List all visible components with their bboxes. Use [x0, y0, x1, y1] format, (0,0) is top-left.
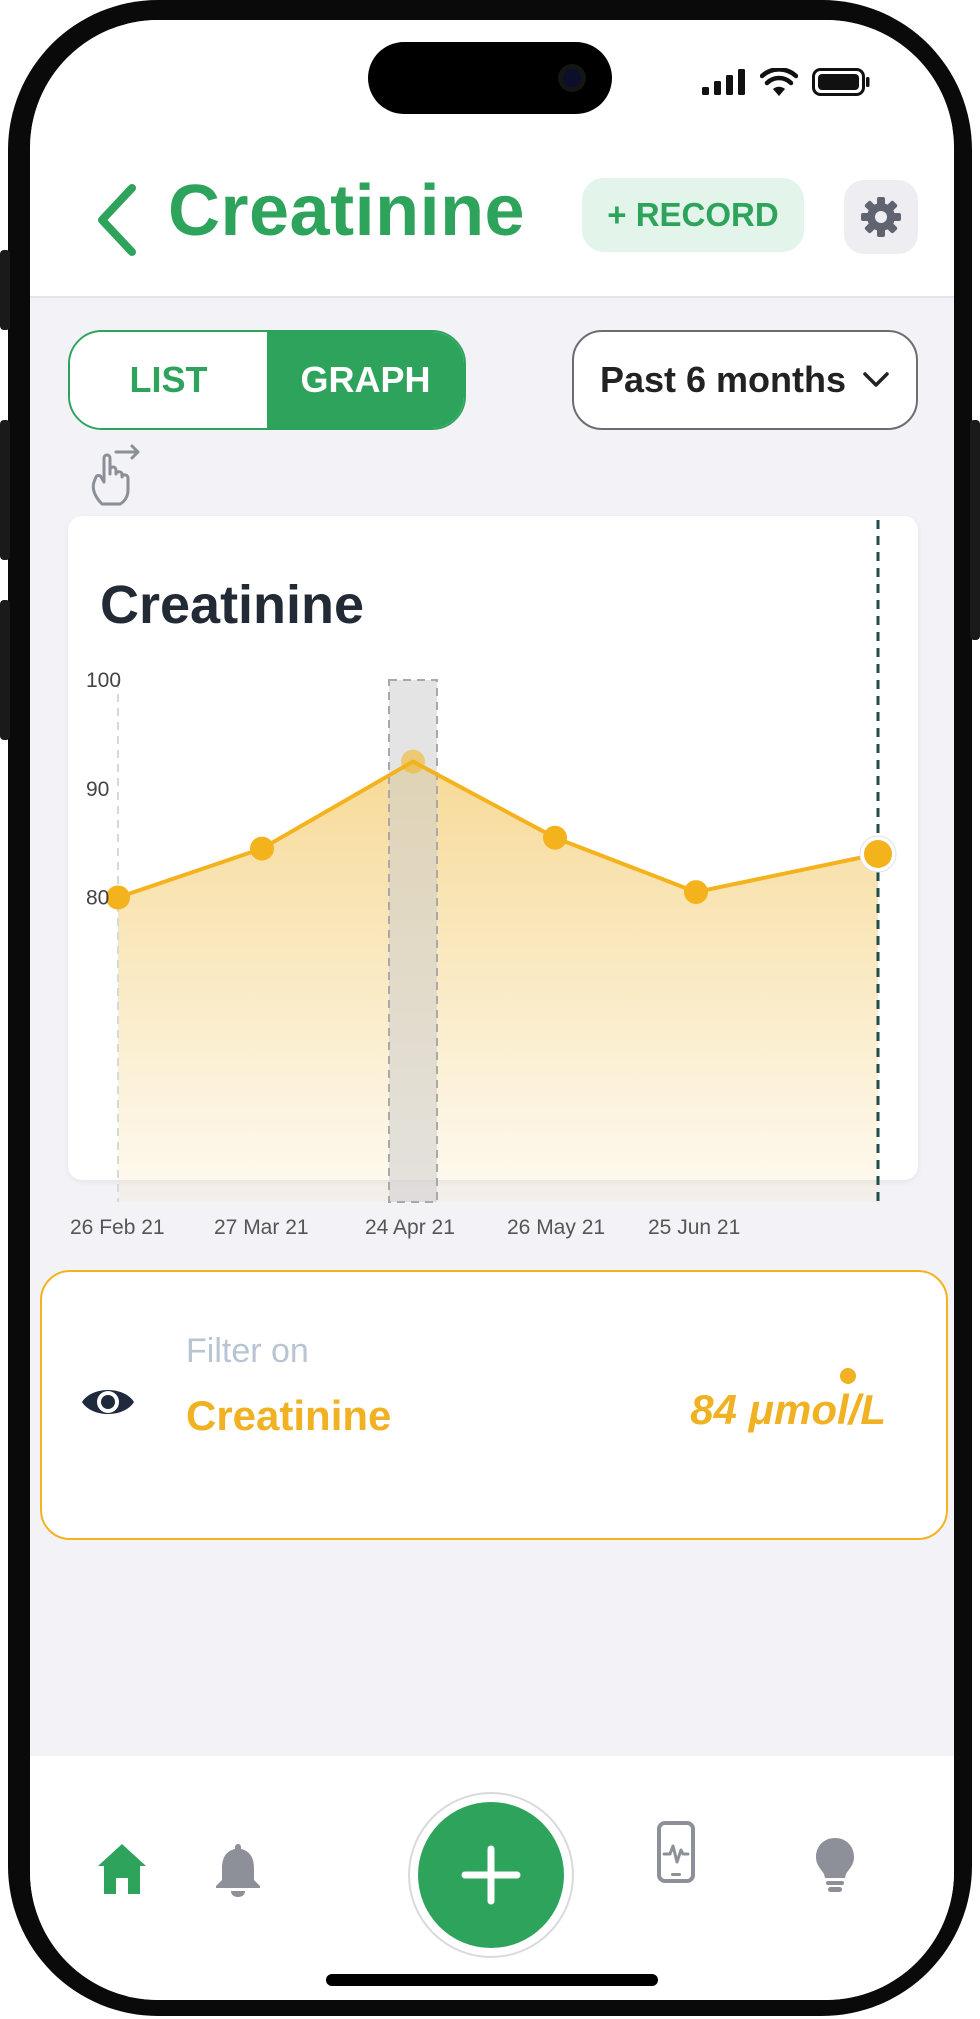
y-tick-label: 100: [86, 669, 121, 692]
lightbulb-icon[interactable]: [814, 1836, 856, 1894]
filter-on-label: Filter on: [186, 1332, 309, 1370]
current-value: 84 μmol/L: [690, 1386, 886, 1433]
power-button: [970, 420, 980, 640]
silent-switch: [0, 250, 10, 330]
data-point: [106, 885, 130, 910]
eye-icon[interactable]: [80, 1382, 136, 1422]
app-screen: Creatinine + RECORD LIST GRAPH Past 6 mo…: [30, 20, 954, 2000]
data-point: [543, 825, 567, 850]
creatinine-chart[interactable]: 100 90 80: [30, 20, 954, 1220]
home-indicator: [326, 1974, 658, 1986]
bottom-nav: [30, 1756, 954, 2000]
x-tick-label: 24 Apr 21: [365, 1216, 455, 1239]
x-axis-labels: 26 Feb 21 27 Mar 21 24 Apr 21 26 May 21 25 J…: [30, 1216, 954, 1256]
plus-icon: [461, 1845, 521, 1905]
series-color-dot: [840, 1368, 856, 1384]
volume-up-button: [0, 420, 10, 560]
x-tick-label: 26 May 21: [507, 1216, 606, 1239]
data-point: [401, 749, 425, 774]
series-area: [118, 761, 878, 1202]
x-tick-label: 26 Feb 21: [70, 1216, 165, 1239]
add-entry-button[interactable]: [418, 1802, 564, 1948]
filter-card[interactable]: Filter on Creatinine 84 μmol/L: [40, 1270, 948, 1540]
data-point: [684, 880, 708, 905]
y-tick-label: 80: [86, 887, 109, 910]
x-tick-label: 27 Mar 21: [214, 1216, 309, 1239]
device-monitor-icon[interactable]: [656, 1820, 696, 1884]
volume-down-button: [0, 600, 10, 740]
filter-metric-name: Creatinine: [186, 1392, 392, 1439]
bell-icon[interactable]: [214, 1842, 262, 1898]
data-point-selected: [864, 840, 892, 868]
y-tick-label: 90: [86, 778, 109, 801]
x-tick-label: 25 Jun 21: [648, 1216, 741, 1239]
data-point: [250, 836, 274, 861]
home-icon[interactable]: [96, 1842, 148, 1896]
